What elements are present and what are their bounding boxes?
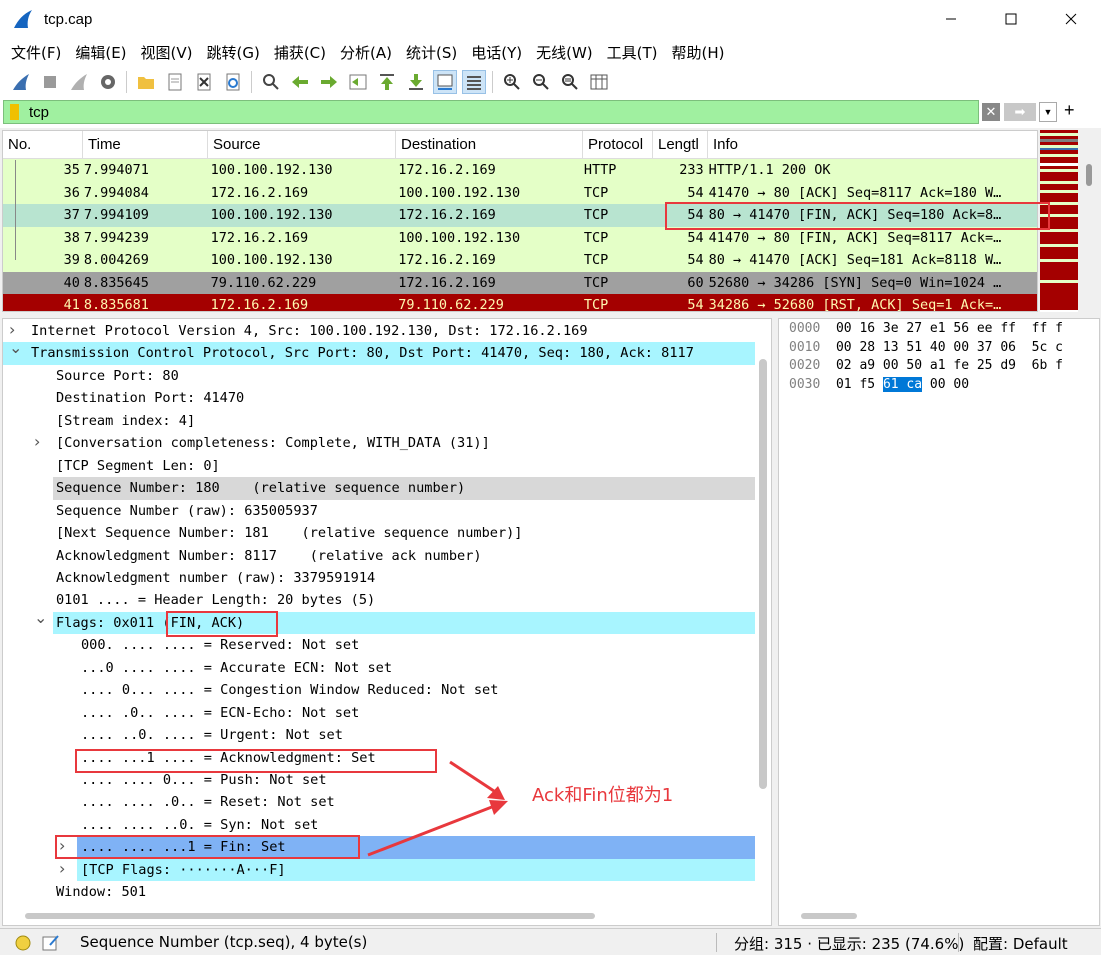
edit-comment-icon[interactable] xyxy=(42,934,60,952)
status-field-info: Sequence Number (tcp.seq), 4 byte(s) xyxy=(80,933,368,951)
annotation-text: Ack和Fin位都为1 xyxy=(532,785,674,806)
status-packet-count: 分组: 315 · 已显示: 235 (74.6%) xyxy=(734,935,965,953)
status-profile[interactable]: 配置: Default xyxy=(973,933,1068,954)
annotation-arrows xyxy=(367,760,508,857)
expert-info-icon[interactable] xyxy=(14,934,32,952)
status-bar: Sequence Number (tcp.seq), 4 byte(s) 分组:… xyxy=(0,928,1101,955)
